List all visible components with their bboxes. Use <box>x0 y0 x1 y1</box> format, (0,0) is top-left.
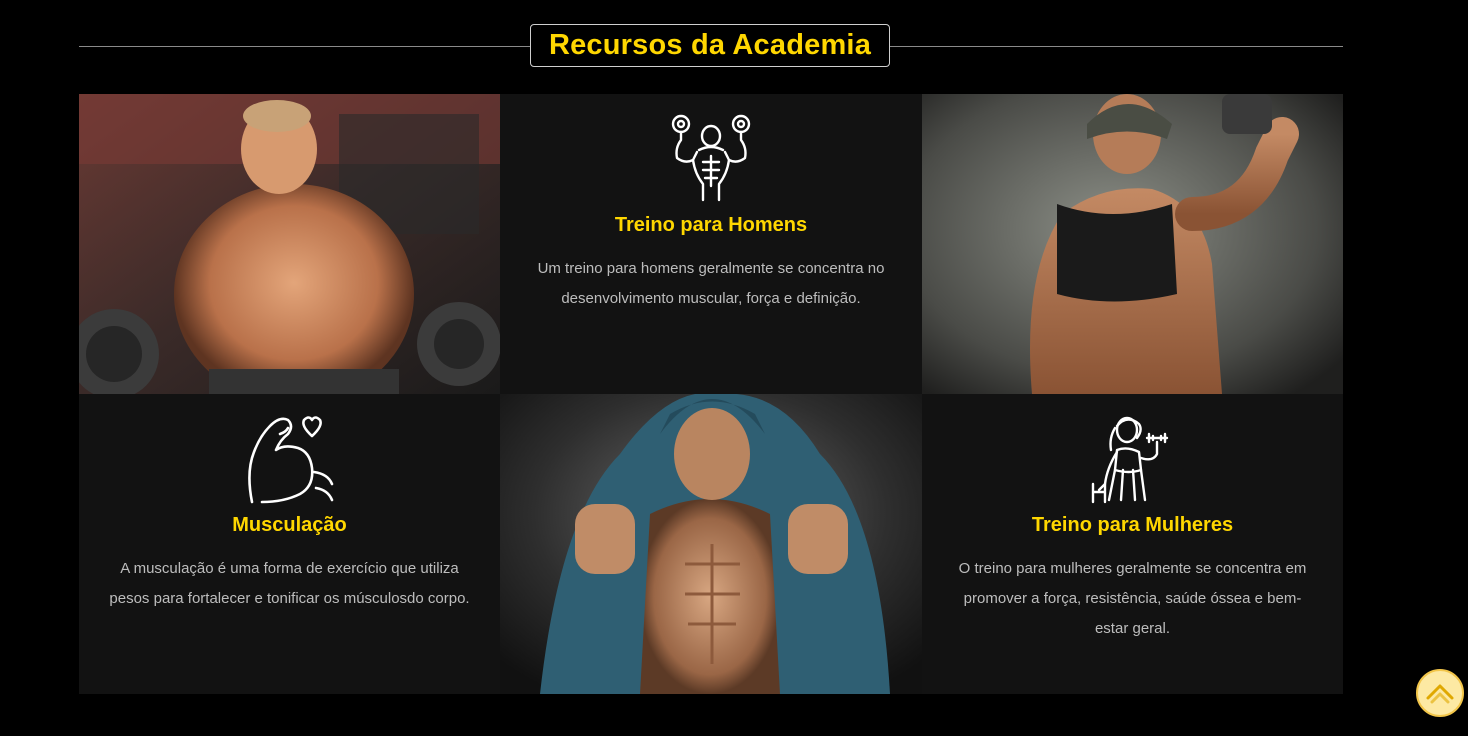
flexed-arm-heart-icon <box>247 416 333 504</box>
section-title: Recursos da Academia <box>548 29 872 61</box>
bodybuilder-dumbbells-icon <box>671 114 751 202</box>
woman-fitness-photo <box>922 94 1343 394</box>
section-title-box: Recursos da Academia <box>530 24 890 67</box>
card-title: Musculação <box>232 514 347 536</box>
card-title: Treino para Homens <box>614 214 808 236</box>
card-description: Um treino para homens geralmente se conc… <box>537 260 885 307</box>
page: Recursos da Academia Treino para Homens … <box>0 0 1468 736</box>
feature-card-bodybuilding: Musculação A musculação é uma forma de e… <box>79 394 500 694</box>
features-grid: Treino para Homens Um treino para homens… <box>79 94 1343 694</box>
card-description: O treino para mulheres geralmente se con… <box>958 560 1307 637</box>
woman-dumbbell-icon <box>1091 416 1168 504</box>
feature-card-women-training: Treino para Mulheres O treino para mulhe… <box>922 394 1343 694</box>
section-header: Recursos da Academia <box>79 24 1343 69</box>
feature-card-men-training: Treino para Homens Um treino para homens… <box>500 94 922 394</box>
man-hoodie-abs-photo <box>500 394 922 694</box>
card-title: Treino para Mulheres <box>1031 514 1234 536</box>
scroll-to-top-button[interactable] <box>1416 669 1464 717</box>
card-description: A musculação é uma forma de exercício qu… <box>109 560 470 607</box>
chevron-up-icon <box>1426 684 1454 704</box>
man-lifting-dumbbells-photo <box>79 94 500 394</box>
